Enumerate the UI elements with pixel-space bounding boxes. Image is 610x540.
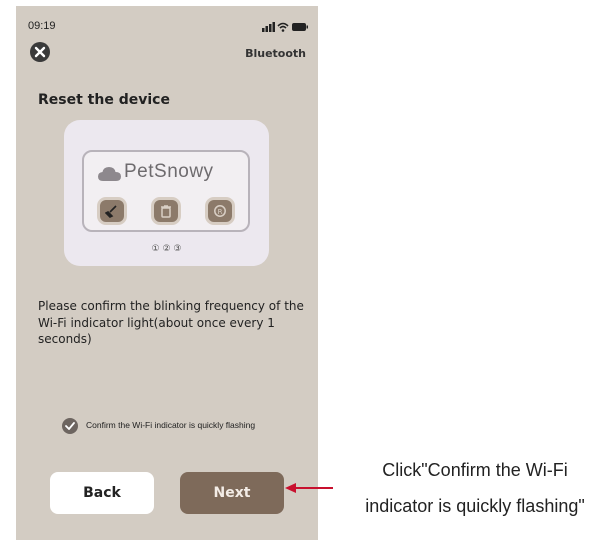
device-button-numbers: ① ② ③	[151, 244, 182, 254]
status-icons	[262, 18, 310, 32]
device-button-2	[154, 200, 178, 222]
bluetooth-link[interactable]: Bluetooth	[245, 47, 306, 60]
signal-wifi-battery-icon	[262, 22, 308, 32]
close-icon	[34, 46, 46, 58]
device-panel: PetSnowy R	[82, 150, 250, 232]
reset-icon: R	[214, 205, 226, 217]
confirm-label[interactable]: Confirm the Wi-Fi indicator is quickly f…	[86, 420, 255, 430]
checkmark-icon	[65, 422, 75, 430]
close-button[interactable]	[30, 42, 50, 62]
device-illustration: PetSnowy R ① ② ③	[64, 120, 269, 266]
status-time: 09:19	[28, 20, 56, 32]
brand-logo: PetSnowy	[124, 161, 214, 182]
back-button[interactable]: Back	[50, 472, 154, 514]
annotation-line-2: indicator is quickly flashing"	[365, 496, 585, 516]
annotation-text: Click"Confirm the Wi-Fi indicator is qui…	[340, 452, 610, 524]
annotation-arrow-icon	[285, 483, 333, 493]
confirm-checkbox[interactable]	[62, 418, 78, 434]
annotation-line-1: Click"Confirm the Wi-Fi	[382, 460, 568, 480]
next-button[interactable]: Next	[180, 472, 284, 514]
trash-icon	[161, 205, 171, 218]
svg-text:R: R	[218, 208, 223, 216]
device-button-3: R	[208, 200, 232, 222]
device-button-1	[100, 200, 124, 222]
broom-icon	[105, 205, 117, 218]
cloud-icon	[98, 167, 121, 181]
phone-screen: 09:19 Bluetooth Reset the device PetSnow…	[16, 6, 318, 540]
page-title: Reset the device	[38, 92, 170, 108]
instruction-text: Please confirm the blinking frequency of…	[38, 299, 304, 346]
